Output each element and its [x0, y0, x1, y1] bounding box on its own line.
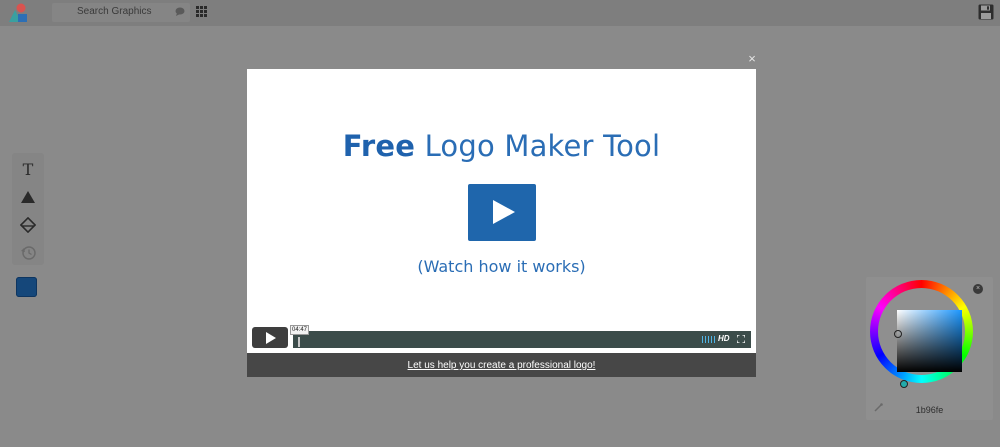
selected-color-swatch[interactable] — [16, 277, 37, 297]
video-title: Free Logo Maker Tool — [247, 129, 756, 163]
search-placeholder: Search Graphics — [77, 6, 152, 17]
video-subtitle: (Watch how it works) — [417, 257, 586, 276]
video-title-rest: Logo Maker Tool — [415, 129, 661, 163]
big-play-button[interactable] — [468, 184, 536, 241]
triangle-icon — [21, 191, 35, 203]
hd-toggle[interactable]: HD — [718, 334, 730, 343]
video-modal: Free Logo Maker Tool (Watch how it works… — [247, 69, 756, 377]
search-input[interactable]: Search Graphics — [52, 3, 190, 22]
play-pause-button[interactable] — [252, 327, 288, 348]
hue-handle[interactable] — [900, 380, 908, 388]
color-picker: × 1b96fe — [866, 277, 993, 420]
saturation-handle[interactable] — [894, 330, 902, 338]
saturation-value-square[interactable] — [897, 310, 962, 372]
fullscreen-icon[interactable] — [737, 335, 745, 343]
video-title-bold: Free — [342, 129, 416, 163]
professional-logo-link[interactable]: Let us help you create a professional lo… — [247, 360, 756, 371]
time-tooltip: 04:47 — [290, 325, 310, 335]
video-controls: 04:47 HD — [251, 325, 751, 349]
chat-bubble-icon[interactable] — [175, 7, 185, 16]
volume-control[interactable] — [702, 336, 715, 343]
history-tool-button[interactable] — [12, 240, 44, 264]
video-player[interactable]: Free Logo Maker Tool (Watch how it works… — [247, 69, 756, 353]
text-tool-button[interactable]: T — [12, 157, 44, 181]
modal-close-button[interactable]: × — [745, 52, 759, 66]
picker-close-button[interactable]: × — [973, 284, 983, 294]
apps-grid-icon[interactable] — [196, 6, 207, 17]
save-icon[interactable] — [978, 4, 994, 20]
shape-tool-button[interactable] — [12, 185, 44, 209]
seek-handle[interactable] — [298, 337, 300, 347]
seek-bar[interactable] — [293, 331, 698, 348]
graphics-tool-button[interactable] — [12, 213, 44, 237]
right-controls: HD — [698, 331, 751, 348]
tool-panel: T — [12, 153, 44, 265]
hex-value[interactable]: 1b96fe — [866, 405, 993, 415]
history-clock-icon — [20, 245, 36, 260]
top-toolbar: Search Graphics — [0, 0, 1000, 26]
modal-footer: Let us help you create a professional lo… — [247, 353, 756, 377]
diamond-shapes-icon — [20, 217, 36, 233]
app-logo-icon[interactable] — [6, 2, 30, 24]
